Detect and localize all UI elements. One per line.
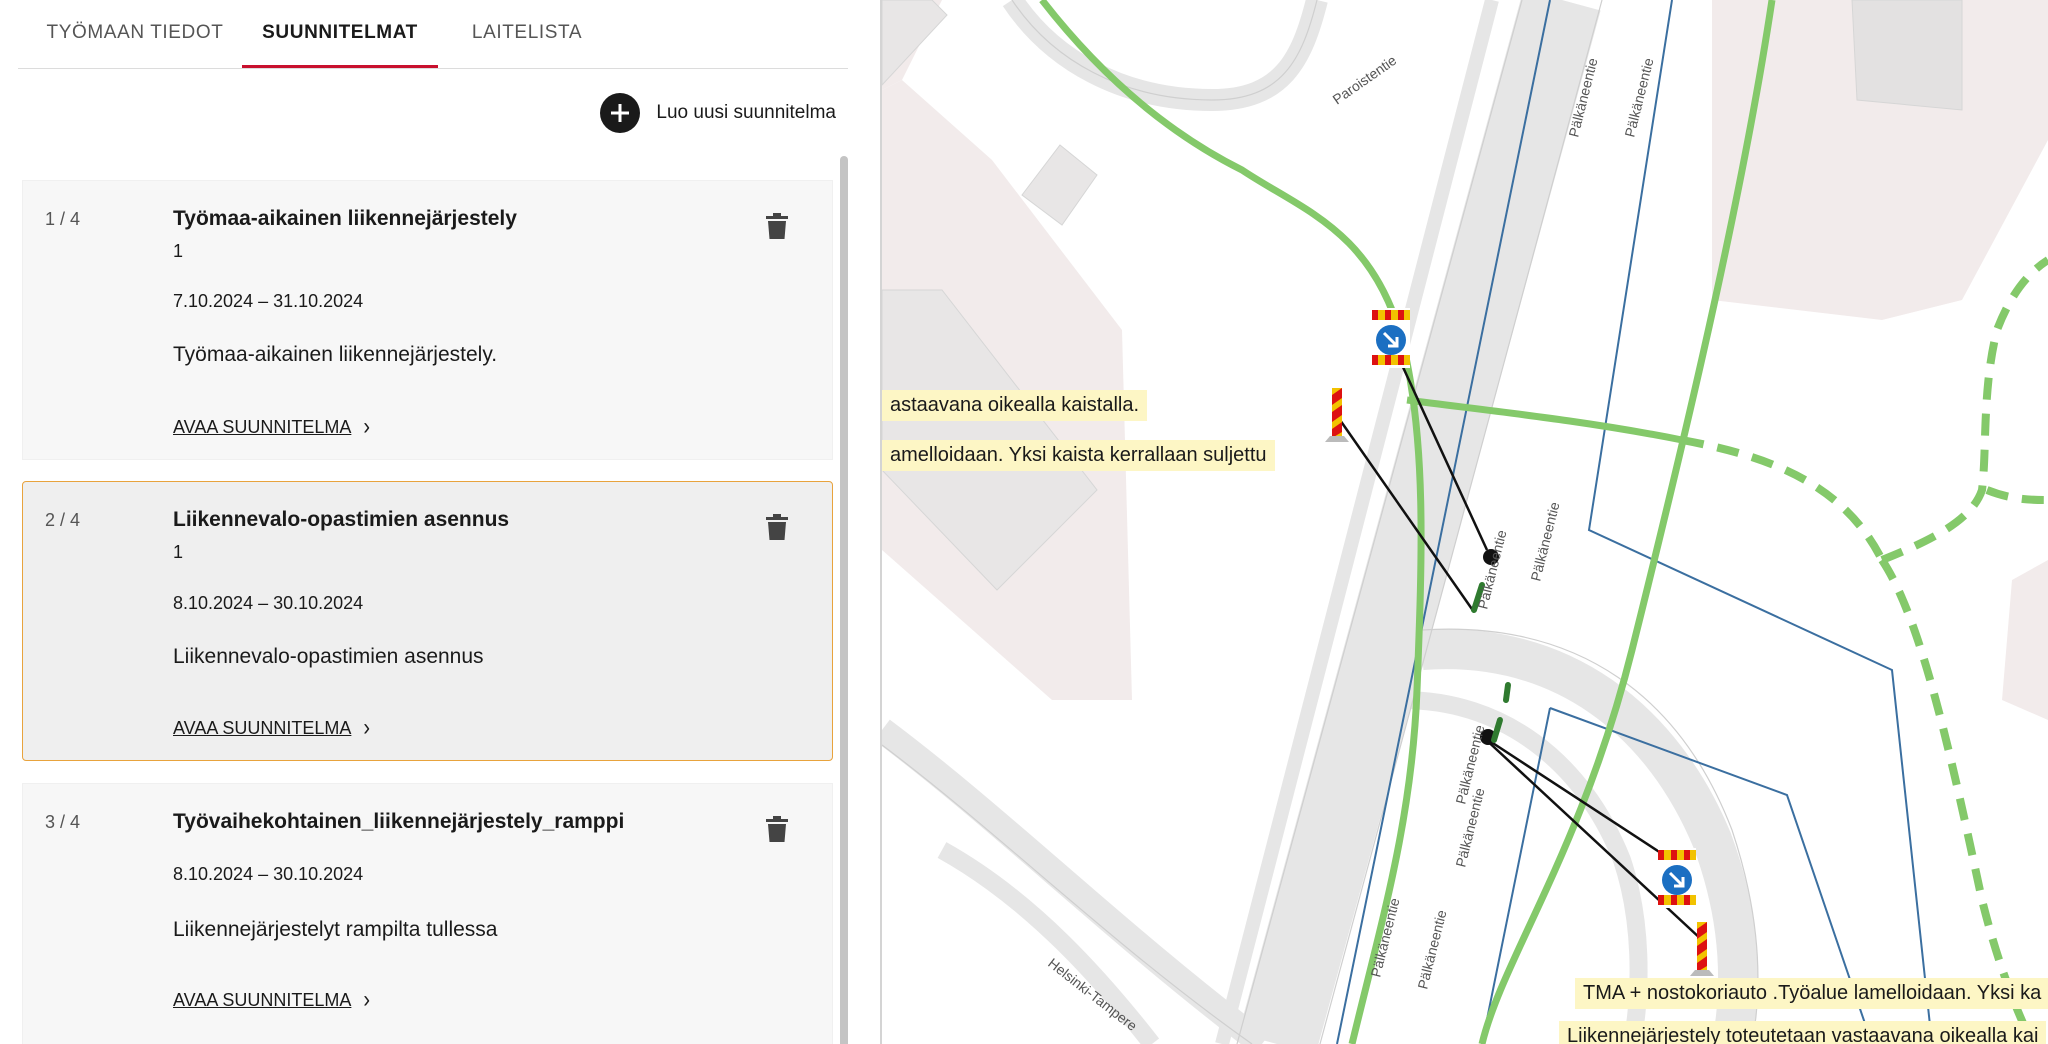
plan-title: Työmaa-aikainen liikennejärjestely	[173, 207, 517, 230]
map-callout[interactable]: TMA + nostokoriauto .Työalue lamelloidaa…	[1575, 978, 2048, 1009]
plan-index: 3 / 4	[45, 812, 81, 832]
tab-equipment-list[interactable]: LAITELISTA	[462, 0, 592, 66]
plan-subtitle: 1	[173, 542, 184, 562]
tab-bar: TYÖMAAN TIEDOT SUUNNITELMAT LAITELISTA	[18, 0, 848, 69]
open-plan-label: AVAA SUUNNITELMA	[173, 990, 352, 1010]
open-plan-link[interactable]: AVAA SUUNNITELMA ›	[173, 986, 371, 1014]
map-view[interactable]: Paroistentie Pälkäneentie Pälkäneentie P…	[882, 0, 2048, 1044]
chevron-right-icon: ›	[363, 986, 371, 1014]
plan-dates: 7.10.2024 – 31.10.2024	[173, 291, 364, 311]
barrier-post-icon[interactable]	[1325, 388, 1349, 442]
plan-card: 1 / 4 Työmaa-aikainen liikennejärjestely…	[22, 180, 833, 460]
open-plan-label: AVAA SUUNNITELMA	[173, 417, 352, 437]
trash-icon[interactable]	[766, 514, 788, 540]
map-callout[interactable]: amelloidaan. Yksi kaista kerrallaan sulj…	[882, 440, 1275, 471]
keep-right-sign-icon[interactable]	[1658, 848, 1696, 908]
tab-site-info[interactable]: TYÖMAAN TIEDOT	[40, 0, 230, 66]
plan-description: Liikennevalo-opastimien asennus	[173, 645, 484, 668]
plan-index: 2 / 4	[45, 510, 81, 530]
building	[1021, 144, 1098, 226]
plan-index: 1 / 4	[45, 209, 81, 229]
plan-title: Työvaihekohtainen_liikennejärjestely_ram…	[173, 810, 625, 833]
building	[882, 0, 948, 86]
street-label: Paroistentie	[1330, 52, 1400, 108]
building	[1851, 0, 1963, 111]
plan-dates: 8.10.2024 – 30.10.2024	[173, 593, 364, 613]
barrier-post-icon[interactable]	[1690, 922, 1714, 976]
open-plan-label: AVAA SUUNNITELMA	[173, 718, 352, 738]
open-plan-link[interactable]: AVAA SUUNNITELMA ›	[173, 714, 371, 742]
street-label: Pälkäneentie	[1367, 896, 1402, 979]
scrollbar[interactable]	[840, 156, 848, 1044]
tab-plans[interactable]: SUUNNITELMAT	[242, 0, 438, 68]
street-label: Pälkäneentie	[1414, 908, 1449, 991]
plan-description: Työmaa-aikainen liikennejärjestely.	[173, 343, 498, 366]
plan-subtitle: 1	[173, 241, 184, 261]
trash-icon[interactable]	[766, 213, 788, 239]
plan-dates: 8.10.2024 – 30.10.2024	[173, 864, 364, 884]
plan-card-selected: 2 / 4 Liikennevalo-opastimien asennus 1 …	[22, 481, 833, 761]
keep-right-sign-icon[interactable]	[1372, 308, 1410, 368]
plan-card: 3 / 4 Työvaihekohtainen_liikennejärjeste…	[22, 783, 833, 1044]
building-area	[2002, 560, 2048, 720]
street-label: Pälkäneentie	[1527, 500, 1562, 583]
add-icon	[600, 93, 641, 133]
open-plan-link[interactable]: AVAA SUUNNITELMA ›	[173, 413, 371, 441]
street-label: Pälkäneentie	[1474, 528, 1509, 611]
create-plan-button[interactable]: Luo uusi suunnitelma	[600, 92, 836, 134]
chevron-right-icon: ›	[363, 714, 371, 742]
map-callout[interactable]: Liikennejärjestely toteutetaan vastaavan…	[1559, 1021, 2047, 1044]
trash-icon[interactable]	[766, 816, 788, 842]
create-plan-label: Luo uusi suunnitelma	[656, 102, 836, 123]
chevron-right-icon: ›	[363, 413, 371, 441]
map-callout[interactable]: astaavana oikealla kaistalla.	[882, 390, 1148, 421]
plan-title: Liikennevalo-opastimien asennus	[173, 508, 510, 531]
map-canvas[interactable]: Paroistentie Pälkäneentie Pälkäneentie P…	[882, 0, 2048, 1044]
plans-panel: TYÖMAAN TIEDOT SUUNNITELMAT LAITELISTA L…	[0, 0, 882, 1044]
plan-description: Liikennejärjestelyt rampilta tullessa	[173, 918, 498, 941]
